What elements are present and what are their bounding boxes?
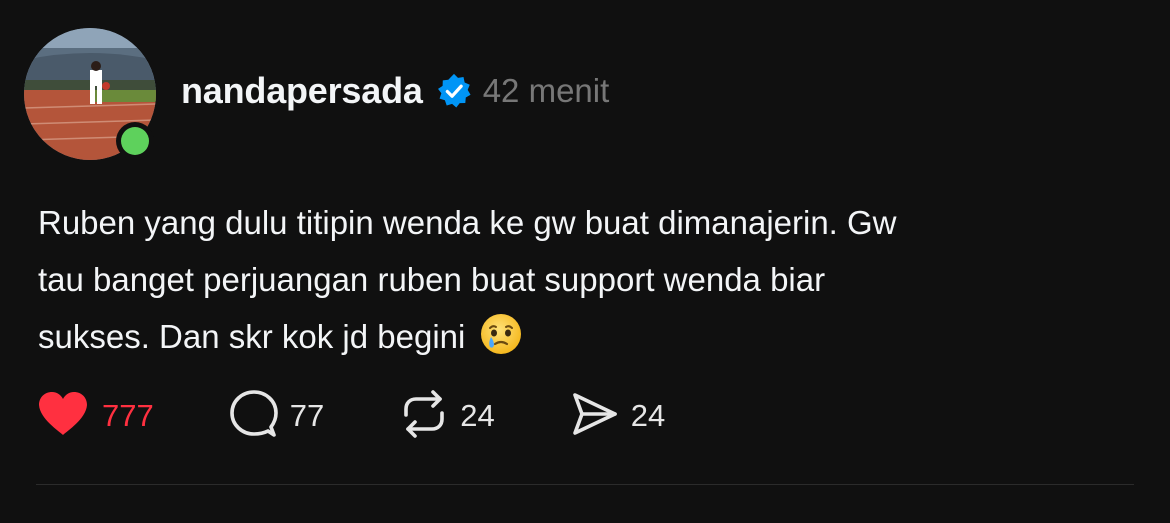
repost-icon (398, 389, 450, 444)
post-timestamp: 42 menit (482, 72, 610, 109)
post-divider (36, 484, 1134, 485)
heart-icon (36, 390, 90, 443)
reply-count: 77 (289, 398, 325, 433)
repost-count: 24 (460, 398, 495, 433)
avatar-container[interactable] (24, 28, 156, 160)
comment-bubble-icon (228, 389, 280, 444)
send-icon (569, 389, 621, 444)
online-status-indicator (116, 122, 154, 160)
share-count: 24 (630, 398, 666, 433)
like-button[interactable]: 777 (36, 390, 154, 443)
post-body: Ruben yang dulu titipin wenda ke gw buat… (38, 194, 1128, 365)
repost-button[interactable]: 24 (398, 389, 495, 444)
thread-post: nandapersada 42 menit Ruben yang dulu ti… (0, 0, 1170, 523)
username[interactable]: nandapersada (181, 70, 423, 112)
post-text-line: sukses. Dan skr kok jd begini (38, 318, 466, 355)
face-holding-back-tears-icon (479, 312, 523, 356)
verified-badge-icon (435, 72, 473, 110)
post-text-line-last: sukses. Dan skr kok jd begini (38, 308, 1128, 365)
post-text-line: tau banget perjuangan ruben buat support… (38, 261, 826, 298)
post-header: nandapersada 42 menit (181, 68, 609, 114)
reply-button[interactable]: 77 (228, 389, 324, 444)
like-count: 777 (102, 398, 154, 433)
post-actions: 777 77 24 24 (36, 388, 665, 444)
post-text-line: Ruben yang dulu titipin wenda ke gw buat… (38, 204, 897, 241)
share-button[interactable]: 24 (569, 389, 665, 444)
